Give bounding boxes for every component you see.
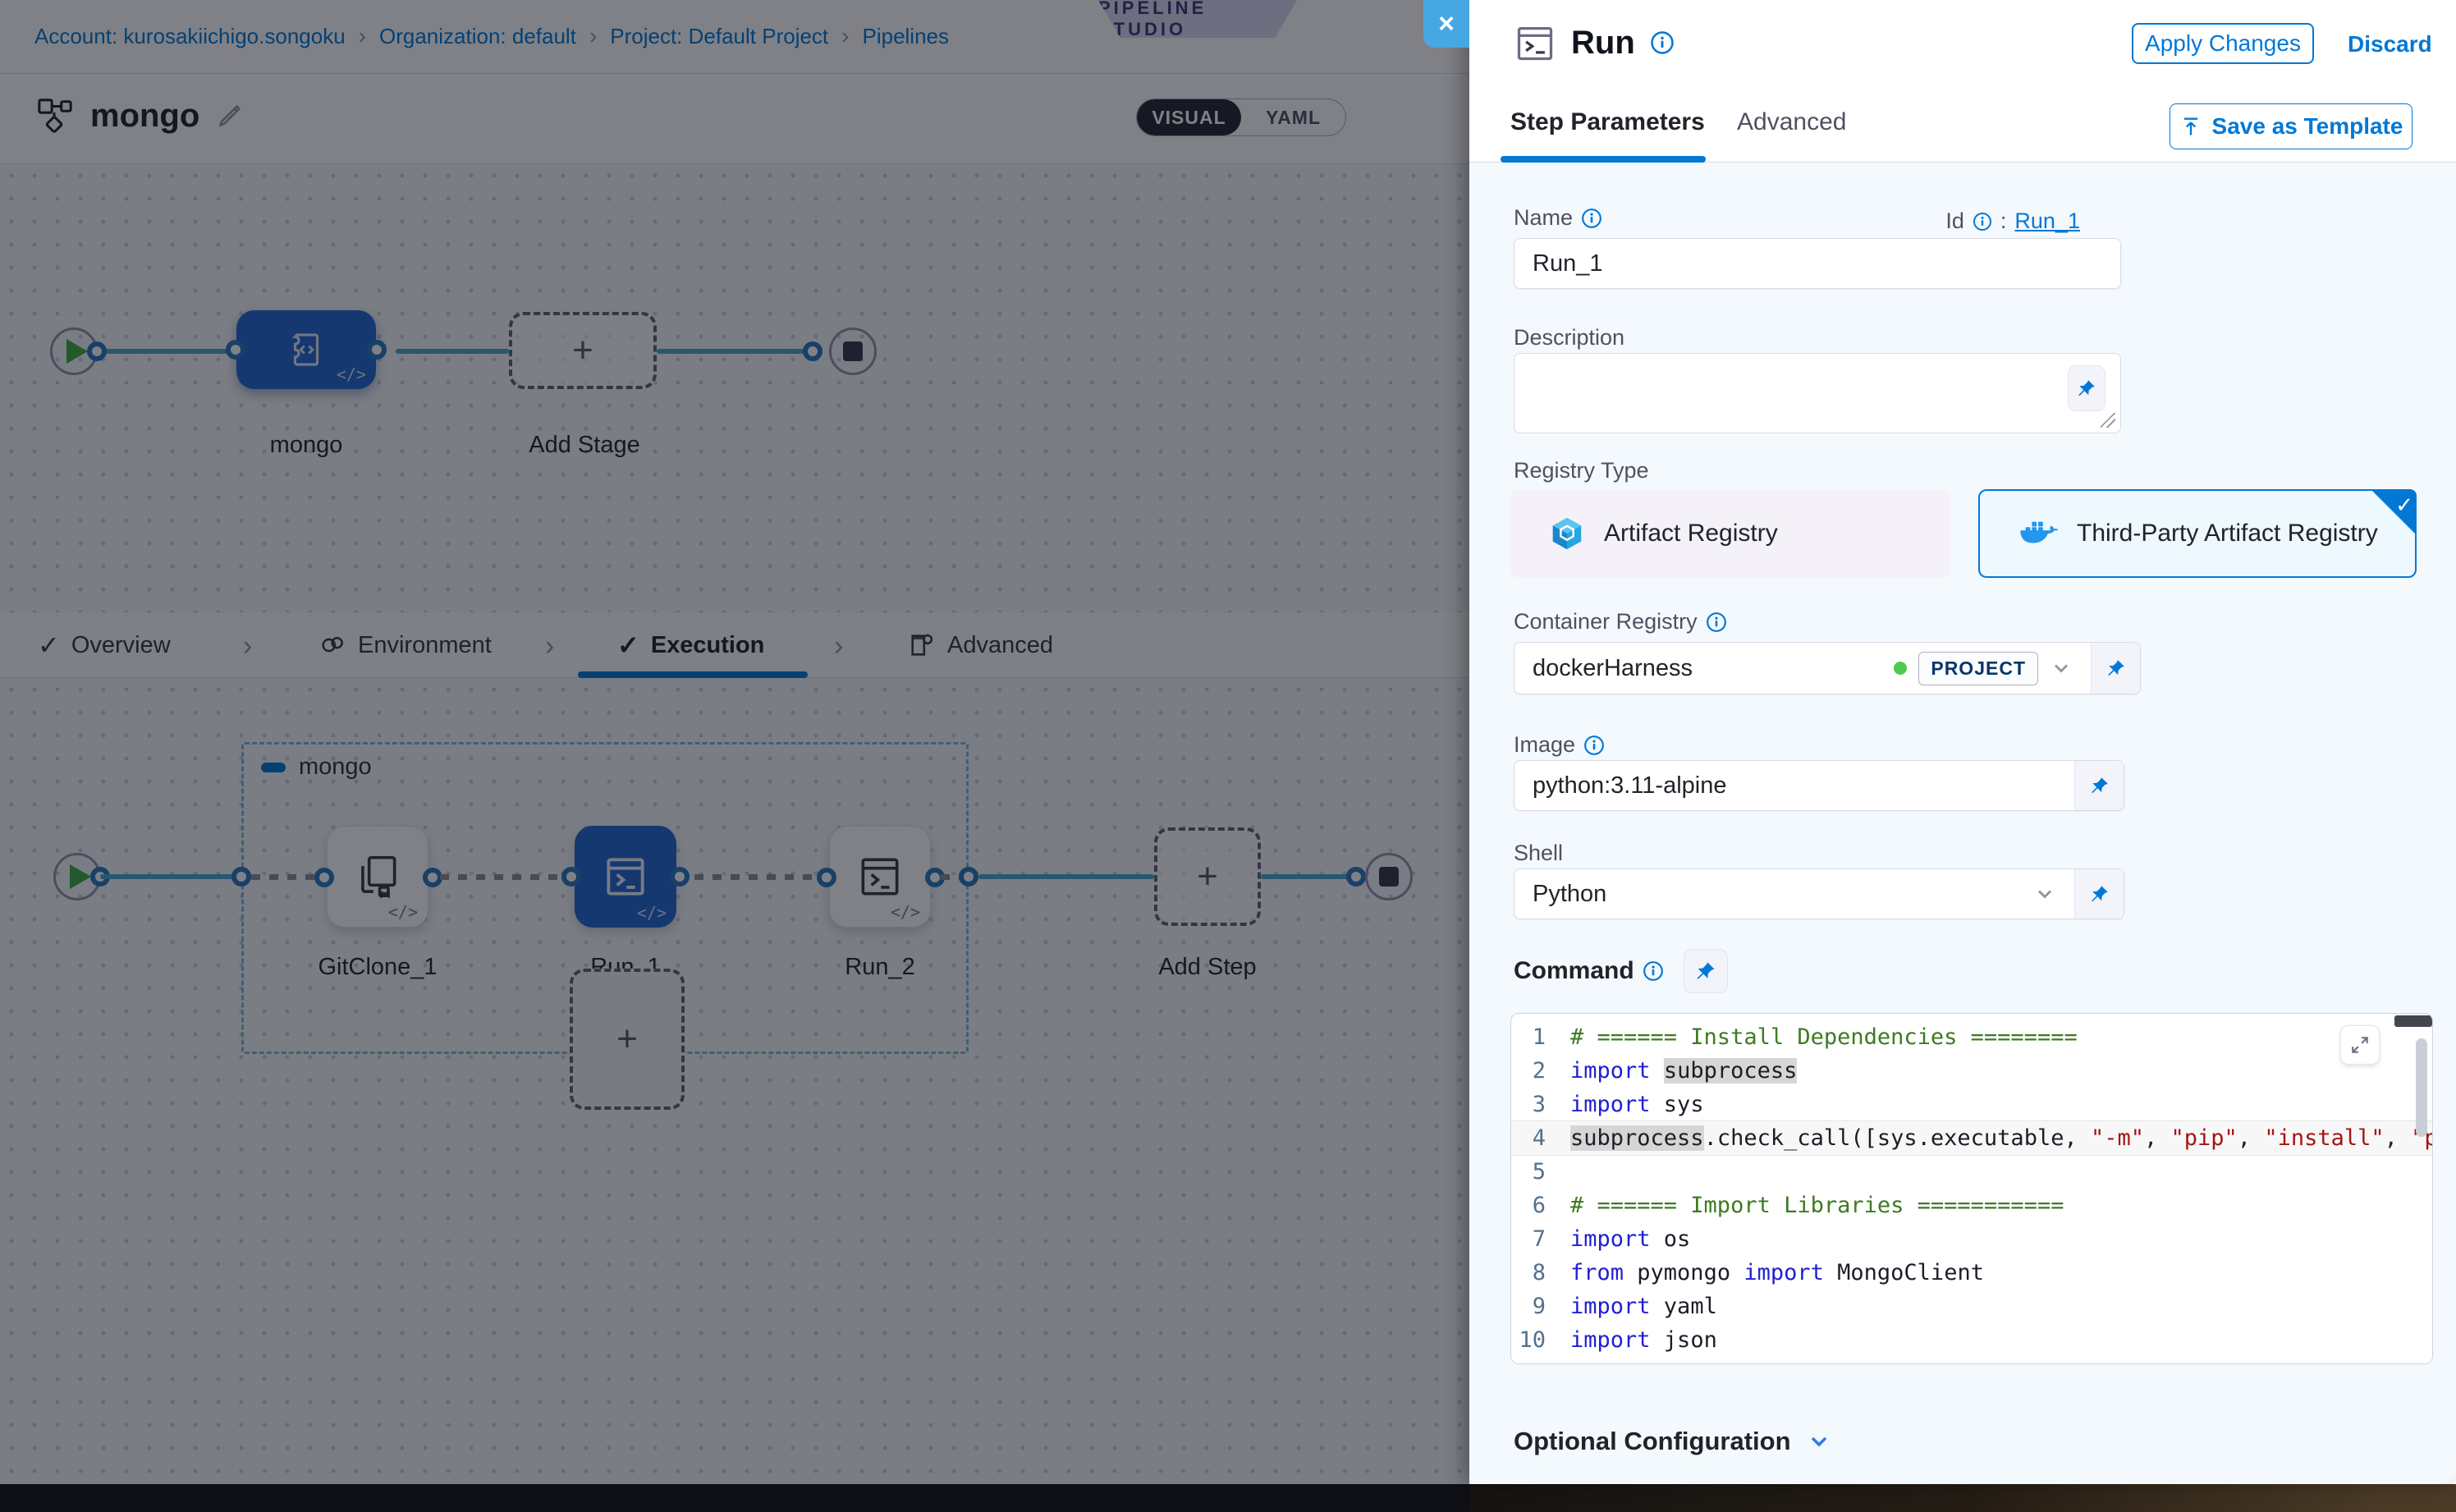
code-line[interactable]: 1# ====== Install Dependencies ========	[1511, 1020, 2432, 1054]
code-line[interactable]: 10import json	[1511, 1323, 2432, 1357]
upload-icon	[2179, 115, 2202, 138]
registry-option-label: Artifact Registry	[1604, 520, 1778, 548]
pin-icon	[2076, 378, 2097, 399]
tab-step-parameters[interactable]: Step Parameters	[1510, 108, 1705, 136]
fullscreen-icon	[2349, 1034, 2371, 1056]
tab-step-advanced[interactable]: Advanced	[1737, 108, 1846, 136]
scope-badge: PROJECT	[1918, 652, 2038, 685]
code-lines: 1# ====== Install Dependencies ========2…	[1511, 1020, 2432, 1357]
name-value: Run_1	[1533, 250, 1602, 277]
shell-select[interactable]: Python	[1514, 868, 2124, 919]
image-label: Image	[1514, 732, 1605, 758]
docker-icon	[2018, 516, 2059, 551]
save-as-template-button[interactable]: Save as Template	[2170, 103, 2412, 149]
code-line[interactable]: 8from pymongo import MongoClient	[1511, 1256, 2432, 1290]
info-icon[interactable]	[1581, 208, 1602, 229]
drawer-header: Run Apply Changes Discard	[1469, 0, 2456, 87]
line-number: 5	[1511, 1159, 1570, 1184]
drawer-tabs: Step Parameters Advanced Save as Templat…	[1469, 87, 2456, 163]
check-icon: ✓	[2395, 493, 2413, 518]
code-line[interactable]: 2import subprocess	[1511, 1054, 2432, 1088]
shell-label: Shell	[1514, 841, 1563, 866]
save-as-template-label: Save as Template	[2212, 113, 2403, 140]
editor-overview-marker[interactable]	[2394, 1015, 2432, 1027]
line-number: 9	[1511, 1294, 1570, 1319]
code-line[interactable]: 3import sys	[1511, 1088, 2432, 1121]
description-textarea[interactable]	[1514, 353, 2121, 433]
line-number: 2	[1511, 1058, 1570, 1084]
step-id: Id : Run_1	[1945, 208, 2080, 234]
line-number: 3	[1511, 1092, 1570, 1117]
chevron-down-icon[interactable]	[2033, 882, 2056, 905]
pin-button[interactable]	[1684, 949, 1728, 993]
drawer-title: Run	[1571, 25, 1635, 62]
drawer-body: Name Id : Run_1 Run_1 Description	[1469, 163, 2456, 1484]
dim-overlay	[0, 0, 1469, 1512]
info-icon[interactable]	[1706, 612, 1727, 633]
artifact-registry-icon	[1548, 515, 1586, 552]
description-label: Description	[1514, 325, 1624, 351]
pipeline-studio-screen: Account: kurosakiichigo.songoku › Organi…	[0, 0, 2456, 1512]
pin-button[interactable]	[2091, 643, 2140, 694]
connector-status-dot	[1894, 662, 1907, 675]
image-value: python:3.11-alpine	[1533, 772, 2056, 800]
command-code-editor[interactable]: 1# ====== Install Dependencies ========2…	[1510, 1013, 2433, 1364]
registry-option-label: Third-Party Artifact Registry	[2077, 520, 2378, 548]
expand-editor-button[interactable]	[2340, 1025, 2380, 1065]
optional-configuration-toggle[interactable]: Optional Configuration	[1514, 1427, 1832, 1456]
pin-icon	[2089, 775, 2110, 796]
pin-button[interactable]	[2074, 761, 2124, 810]
code-line[interactable]: 4subprocess.check_call([sys.executable, …	[1511, 1121, 2432, 1155]
step-config-drawer: Run Apply Changes Discard Step Parameter…	[1469, 0, 2456, 1484]
active-tab-underline	[1501, 156, 1706, 163]
image-input[interactable]: python:3.11-alpine	[1514, 760, 2124, 811]
optional-configuration-label: Optional Configuration	[1514, 1427, 1791, 1456]
chevron-down-icon	[1806, 1428, 1832, 1455]
code-line[interactable]: 9import yaml	[1511, 1290, 2432, 1323]
line-number: 8	[1511, 1260, 1570, 1285]
registry-option-artifact[interactable]: Artifact Registry	[1510, 489, 1951, 578]
pin-button[interactable]	[2068, 365, 2105, 411]
editor-scrollbar-thumb[interactable]	[2416, 1038, 2427, 1137]
selected-corner: ✓	[2371, 489, 2417, 535]
close-icon: ×	[1438, 8, 1455, 40]
id-value[interactable]: Run_1	[2014, 208, 2080, 234]
id-label: Id	[1945, 208, 1964, 234]
registry-type-label: Registry Type	[1514, 458, 1649, 483]
pin-button[interactable]	[2074, 869, 2124, 919]
pin-icon	[2089, 883, 2110, 905]
apply-changes-label: Apply Changes	[2145, 30, 2301, 57]
line-number: 10	[1511, 1327, 1570, 1353]
line-number: 7	[1511, 1226, 1570, 1252]
info-icon[interactable]	[1650, 30, 1675, 55]
discard-button[interactable]: Discard	[2348, 31, 2432, 57]
container-registry-select[interactable]: dockerHarness PROJECT	[1514, 642, 2141, 694]
info-icon[interactable]	[1643, 960, 1664, 982]
line-number: 4	[1511, 1125, 1570, 1151]
command-label: Command	[1514, 957, 1664, 985]
container-registry-label: Container Registry	[1514, 609, 1727, 635]
code-line[interactable]: 7import os	[1511, 1222, 2432, 1256]
apply-changes-button[interactable]: Apply Changes	[2132, 23, 2314, 64]
info-icon[interactable]	[1583, 735, 1605, 756]
shell-value: Python	[1533, 881, 2022, 908]
registry-option-third-party[interactable]: Third-Party Artifact Registry ✓	[1978, 489, 2417, 578]
name-label: Name	[1514, 205, 1602, 231]
run-step-icon	[1514, 21, 1556, 64]
info-icon[interactable]	[1973, 212, 1992, 231]
resize-handle[interactable]	[2101, 413, 2115, 428]
chevron-down-icon[interactable]	[2050, 657, 2073, 680]
line-number: 1	[1511, 1024, 1570, 1050]
id-separator: :	[2000, 208, 2007, 234]
pin-icon	[2105, 657, 2127, 679]
code-line[interactable]: 5	[1511, 1155, 2432, 1189]
pin-icon	[1694, 960, 1717, 983]
line-number: 6	[1511, 1193, 1570, 1218]
name-input[interactable]: Run_1	[1514, 238, 2121, 289]
command-header: Command	[1514, 949, 1728, 993]
container-registry-value: dockerHarness	[1533, 655, 1882, 682]
code-line[interactable]: 6# ====== Import Libraries ===========	[1511, 1189, 2432, 1222]
close-drawer-button[interactable]: ×	[1423, 0, 1469, 48]
